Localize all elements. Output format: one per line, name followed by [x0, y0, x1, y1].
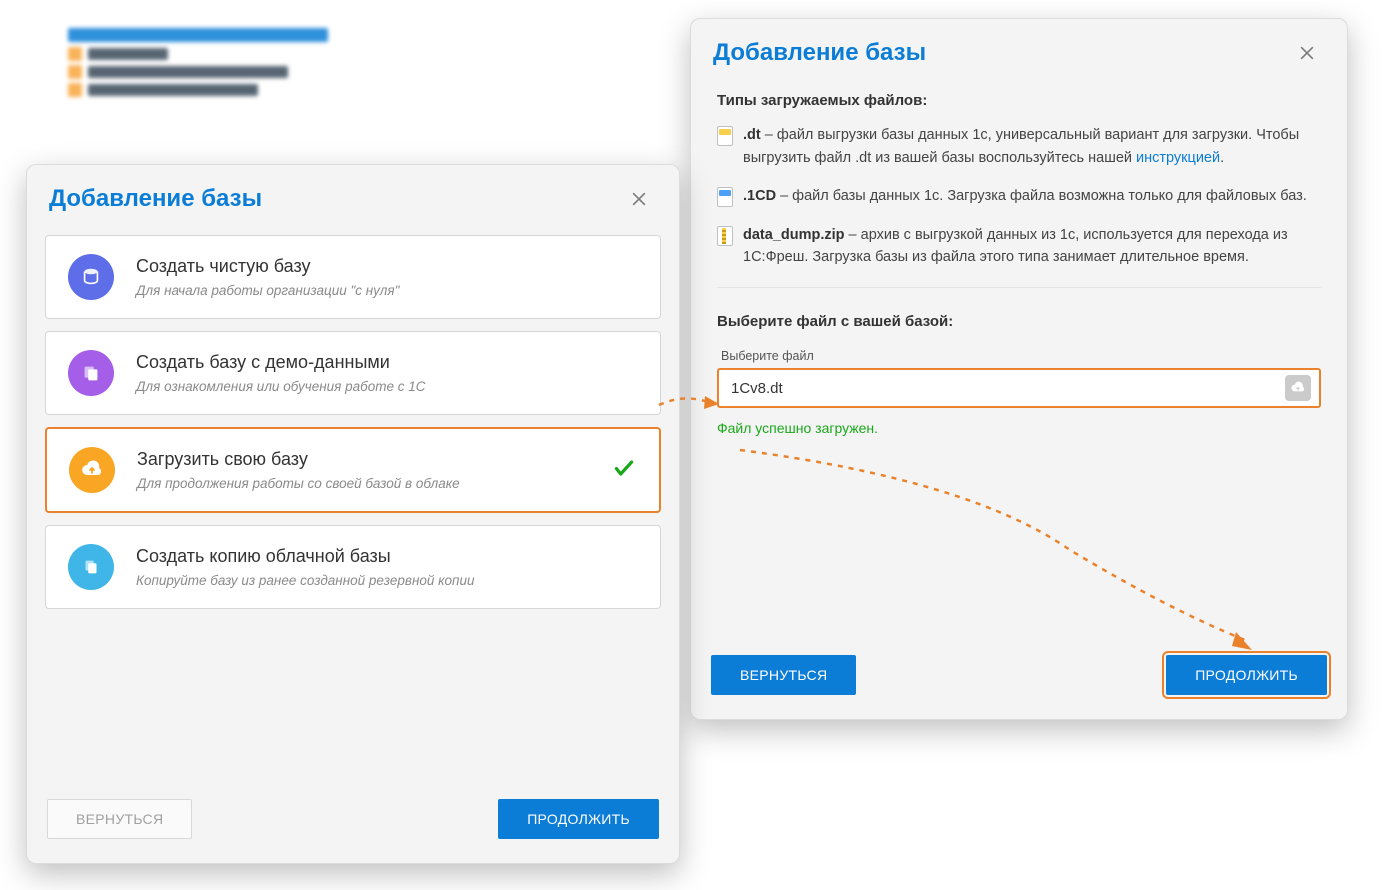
add-database-dialog-step2: Добавление базы Типы загружаемых файлов:…: [690, 18, 1348, 720]
option-create-clean[interactable]: Создать чистую базу Для начала работы ор…: [45, 235, 661, 319]
file-dt-icon: [717, 126, 733, 146]
file-types-heading: Типы загружаемых файлов:: [717, 89, 1321, 112]
background-fragment: [68, 28, 333, 100]
close-icon[interactable]: [625, 185, 653, 213]
option-create-demo[interactable]: Создать базу с демо-данными Для ознакомл…: [45, 331, 661, 415]
add-database-dialog-step1: Добавление базы Создать чистую базу Для …: [26, 164, 680, 864]
cloud-upload-icon[interactable]: [1285, 375, 1311, 401]
continue-button[interactable]: ПРОДОЛЖИТЬ: [1166, 655, 1327, 695]
option-upload-own[interactable]: Загрузить свою базу Для продолжения рабо…: [45, 427, 661, 513]
select-file-label: Выберите файл с вашей базой:: [717, 310, 1321, 333]
option-list: Создать чистую базу Для начала работы ор…: [27, 227, 679, 609]
file-input[interactable]: 1Cv8.dt: [717, 368, 1321, 408]
database-icon: [68, 254, 114, 300]
option-title: Создать чистую базу: [136, 256, 638, 277]
option-title: Создать базу с демо-данными: [136, 352, 638, 373]
file-ext: data_dump.zip: [743, 227, 845, 243]
instruction-link[interactable]: инструкцией: [1136, 150, 1220, 166]
dialog-title: Добавление базы: [49, 185, 262, 213]
option-title: Загрузить свою базу: [137, 449, 637, 470]
option-subtitle: Для продолжения работы со своей базой в …: [137, 476, 637, 491]
file-1cd-icon: [717, 187, 733, 207]
file-field-label: Выберите файл: [721, 347, 1321, 366]
option-title: Создать копию облачной базы: [136, 546, 638, 567]
back-button[interactable]: ВЕРНУТЬСЯ: [711, 655, 856, 695]
option-copy-cloud[interactable]: Создать копию облачной базы Копируйте ба…: [45, 525, 661, 609]
option-subtitle: Копируйте базу из ранее созданной резерв…: [136, 573, 638, 588]
file-ext: .dt: [743, 127, 761, 143]
database-demo-icon: [68, 350, 114, 396]
back-button[interactable]: ВЕРНУТЬСЯ: [47, 799, 192, 839]
check-icon: [611, 455, 637, 486]
option-subtitle: Для начала работы организации "с нуля": [136, 283, 638, 298]
divider: [717, 287, 1321, 288]
close-icon[interactable]: [1293, 39, 1321, 67]
option-subtitle: Для ознакомления или обучения работе с 1…: [136, 379, 638, 394]
database-upload-icon: [69, 447, 115, 493]
file-type-zip: data_dump.zip – архив с выгрузкой данных…: [717, 224, 1321, 269]
file-type-dt: .dt – файл выгрузки базы данных 1с, унив…: [717, 124, 1321, 169]
file-ext: .1CD: [743, 188, 776, 204]
file-input-value: 1Cv8.dt: [731, 377, 783, 400]
dialog-title: Добавление базы: [713, 39, 926, 67]
file-type-1cd: .1CD – файл базы данных 1с. Загрузка фай…: [717, 185, 1321, 207]
file-desc: – файл базы данных 1с. Загрузка файла во…: [776, 188, 1307, 204]
file-zip-icon: [717, 226, 733, 246]
upload-success-message: Файл успешно загружен.: [717, 418, 1321, 440]
continue-button[interactable]: ПРОДОЛЖИТЬ: [498, 799, 659, 839]
database-copy-icon: [68, 544, 114, 590]
